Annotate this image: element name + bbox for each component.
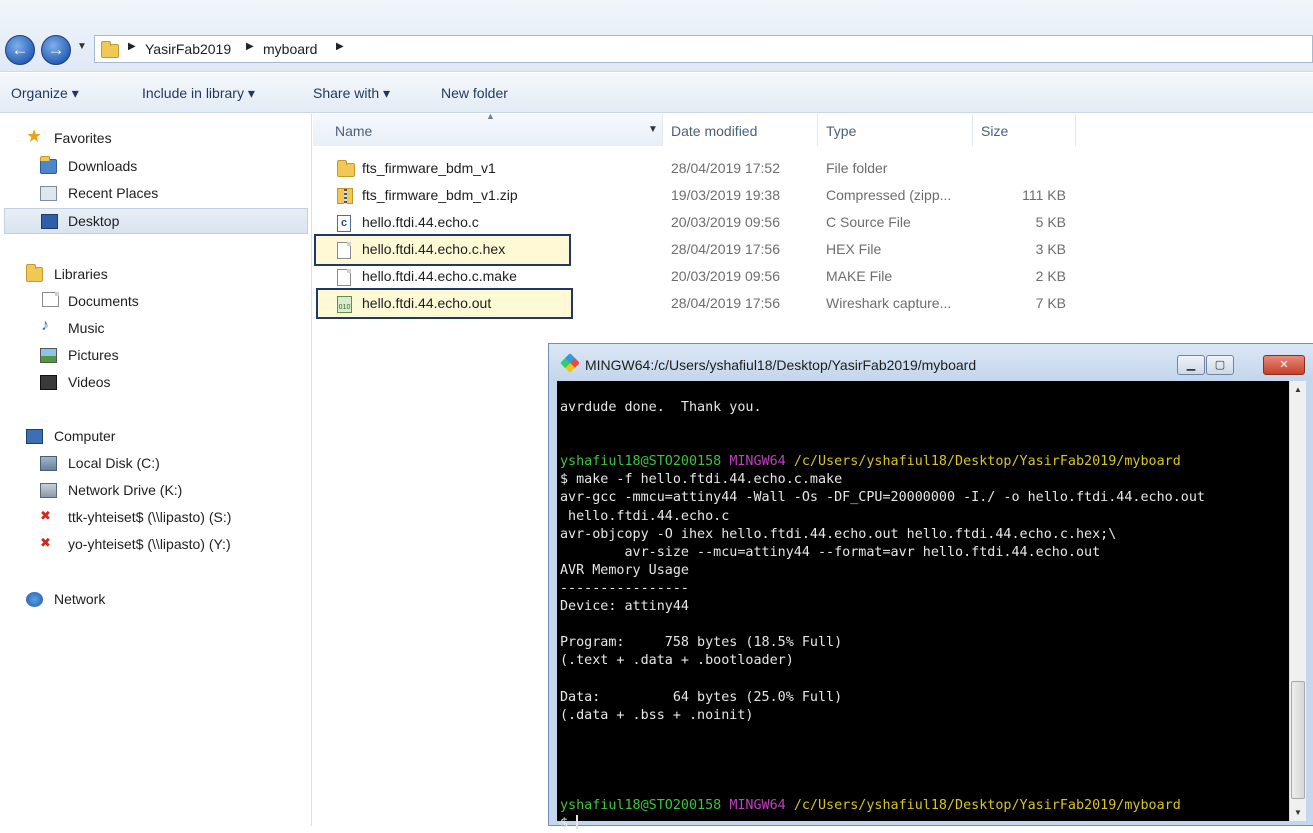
wireshark-capture-icon: 010: [337, 296, 352, 313]
minimize-button[interactable]: ▁: [1177, 355, 1205, 375]
breadcrumb-myboard[interactable]: myboard: [263, 41, 317, 57]
zip-archive-icon: [337, 188, 353, 204]
network-icon: [26, 592, 43, 607]
address-bar[interactable]: ▶ YasirFab2019 ▶ myboard ▶: [94, 35, 1313, 63]
column-header-row: Name ▲ ▼ Date modified Type Size: [313, 111, 1313, 146]
desktop-icon: [41, 214, 58, 229]
hard-drive-icon: [40, 456, 57, 471]
nav-network-drive[interactable]: Network Drive (K:): [40, 478, 260, 504]
sort-ascending-icon: ▲: [486, 111, 495, 121]
command-toolbar: Organize ▾ Include in library ▾ Share wi…: [0, 73, 1313, 113]
music-note-icon: ♪: [41, 317, 49, 334]
nav-downloads[interactable]: Downloads: [40, 154, 240, 180]
column-date-modified[interactable]: Date modified: [663, 114, 818, 146]
network-drive-icon: [40, 483, 57, 498]
file-row-hex[interactable]: hello.ftdi.44.echo.c.hex 28/04/2019 17:5…: [313, 236, 1113, 263]
terminal-scrollbar[interactable]: ▲ ▼: [1289, 381, 1306, 821]
videos-icon: [40, 375, 57, 390]
recent-places-icon: [40, 186, 57, 201]
file-row-folder[interactable]: fts_firmware_bdm_v1 28/04/2019 17:52 Fil…: [313, 155, 1113, 182]
file-icon: [337, 242, 351, 259]
scroll-down-icon[interactable]: ▼: [1290, 804, 1306, 821]
libraries-icon: [26, 264, 43, 282]
nav-favorites[interactable]: ★ Favorites: [26, 126, 226, 152]
folder-icon: [337, 160, 355, 177]
organize-button[interactable]: Organize ▾: [11, 85, 79, 102]
nav-pictures[interactable]: Pictures: [40, 343, 240, 369]
file-row-out[interactable]: 010 hello.ftdi.44.echo.out 28/04/2019 17…: [313, 290, 1113, 317]
new-folder-button[interactable]: New folder: [441, 85, 508, 101]
c-source-file-icon: c: [337, 215, 351, 232]
nav-yo-share[interactable]: ✖ yo-yhteiset$ (\\lipasto) (Y:): [40, 532, 280, 558]
nav-documents[interactable]: Documents: [40, 289, 240, 315]
close-icon: ✕: [1279, 359, 1289, 371]
chevron-right-icon[interactable]: ▶: [128, 41, 136, 52]
nav-music[interactable]: ♪ Music: [40, 316, 240, 342]
disconnected-drive-icon: ✖: [40, 508, 51, 523]
breadcrumb-yasirfab2019[interactable]: YasirFab2019: [145, 41, 231, 57]
column-name[interactable]: Name ▲ ▼: [313, 111, 663, 146]
disconnected-drive-icon: ✖: [40, 535, 51, 550]
chevron-right-icon[interactable]: ▶: [336, 41, 344, 52]
scroll-up-icon[interactable]: ▲: [1290, 381, 1306, 398]
nav-local-disk[interactable]: Local Disk (C:): [40, 451, 240, 477]
column-size[interactable]: Size: [973, 114, 1076, 146]
include-in-library-button[interactable]: Include in library ▾: [142, 85, 255, 102]
recent-pages-dropdown-icon[interactable]: ▼: [77, 41, 87, 52]
terminal-text: avrdude done. Thank you. yshafiul18@STO2…: [560, 400, 1205, 832]
text-cursor: [576, 815, 579, 830]
nav-recent-places[interactable]: Recent Places: [40, 181, 240, 207]
file-icon: [337, 269, 351, 286]
nav-videos[interactable]: Videos: [40, 370, 240, 396]
nav-desktop[interactable]: Desktop: [4, 208, 308, 234]
nav-libraries[interactable]: Libraries: [26, 262, 226, 288]
nav-computer[interactable]: Computer: [26, 424, 226, 450]
terminal-window[interactable]: MINGW64:/c/Users/yshafiul18/Desktop/Yasi…: [548, 343, 1313, 831]
back-arrow-icon: ←: [11, 40, 29, 59]
address-bar-area: ← → ▼ ▶ YasirFab2019 ▶ myboard ▶: [0, 0, 1313, 72]
terminal-title-bar[interactable]: MINGW64:/c/Users/yshafiul18/Desktop/Yasi…: [549, 344, 1313, 380]
pictures-icon: [40, 348, 57, 363]
file-row-make[interactable]: hello.ftdi.44.echo.c.make 20/03/2019 09:…: [313, 263, 1113, 290]
downloads-folder-icon: [40, 156, 57, 174]
close-button[interactable]: ✕: [1263, 355, 1305, 375]
chevron-down-icon[interactable]: ▼: [648, 124, 658, 135]
chevron-right-icon[interactable]: ▶: [246, 41, 254, 52]
nav-ttk-share[interactable]: ✖ ttk-yhteiset$ (\\lipasto) (S:): [40, 505, 280, 531]
file-row-zip[interactable]: fts_firmware_bdm_v1.zip 19/03/2019 19:38…: [313, 182, 1113, 209]
column-type[interactable]: Type: [818, 114, 973, 146]
maximize-button[interactable]: ▢: [1206, 355, 1234, 375]
computer-icon: [26, 429, 43, 444]
nav-network[interactable]: Network: [26, 587, 226, 613]
file-row-c-source[interactable]: c hello.ftdi.44.echo.c 20/03/2019 09:56 …: [313, 209, 1113, 236]
back-button[interactable]: ←: [5, 35, 35, 65]
terminal-title: MINGW64:/c/Users/yshafiul18/Desktop/Yasi…: [585, 357, 977, 373]
terminal-output[interactable]: avrdude done. Thank you. yshafiul18@STO2…: [557, 381, 1306, 831]
forward-arrow-icon: →: [47, 40, 65, 59]
folder-icon: [101, 41, 119, 58]
star-icon: ★: [26, 126, 43, 146]
scrollbar-thumb[interactable]: [1291, 681, 1305, 799]
forward-button[interactable]: →: [41, 35, 71, 65]
documents-icon: [42, 292, 59, 307]
mingw-app-icon: [560, 353, 580, 373]
share-with-button[interactable]: Share with ▾: [313, 85, 390, 102]
navigation-pane: ★ Favorites Downloads Recent Places Desk…: [0, 114, 312, 826]
shell-prompt: $: [560, 816, 577, 832]
